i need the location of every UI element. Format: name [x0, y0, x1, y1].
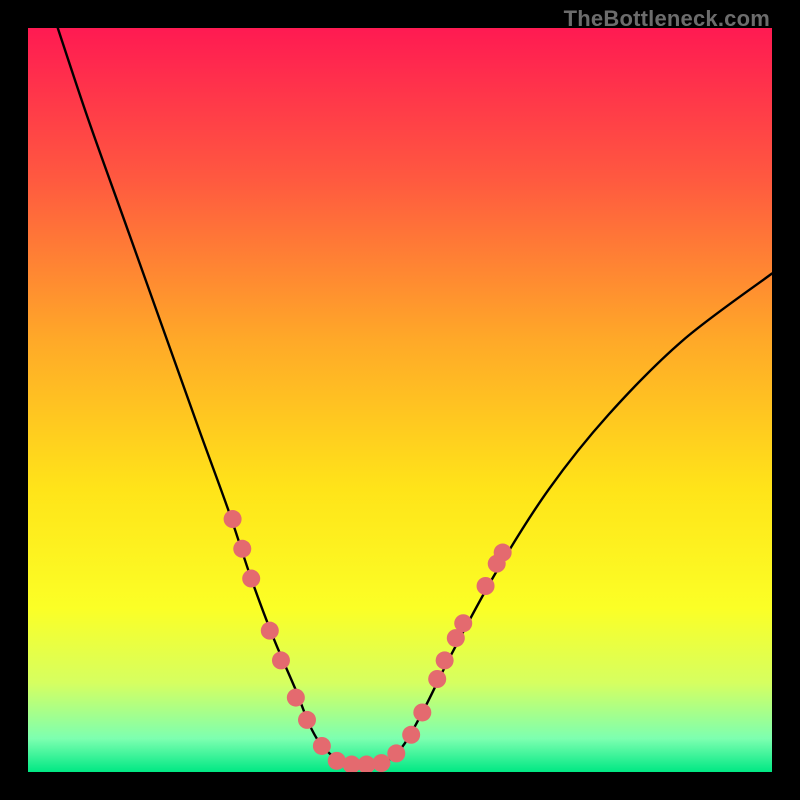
highlight-dot: [233, 540, 251, 558]
highlight-dot: [372, 754, 390, 772]
chart-overlay: [28, 28, 772, 772]
highlight-dot: [298, 711, 316, 729]
watermark-text: TheBottleneck.com: [564, 6, 770, 32]
highlight-dot: [224, 510, 242, 528]
highlight-dot: [454, 614, 472, 632]
highlight-dot: [287, 689, 305, 707]
highlight-dot: [272, 651, 290, 669]
highlight-dot: [413, 703, 431, 721]
highlight-dot: [261, 622, 279, 640]
highlight-dot: [313, 737, 331, 755]
highlight-dot: [428, 670, 446, 688]
chart-stage: TheBottleneck.com: [0, 0, 800, 800]
highlight-dot: [477, 577, 495, 595]
highlight-dots: [224, 510, 512, 772]
highlight-dot: [436, 651, 454, 669]
highlight-dot: [242, 570, 260, 588]
highlight-dot: [494, 544, 512, 562]
highlight-dot: [402, 726, 420, 744]
plot-area: [28, 28, 772, 772]
highlight-dot: [387, 744, 405, 762]
bottleneck-curve: [58, 28, 772, 766]
